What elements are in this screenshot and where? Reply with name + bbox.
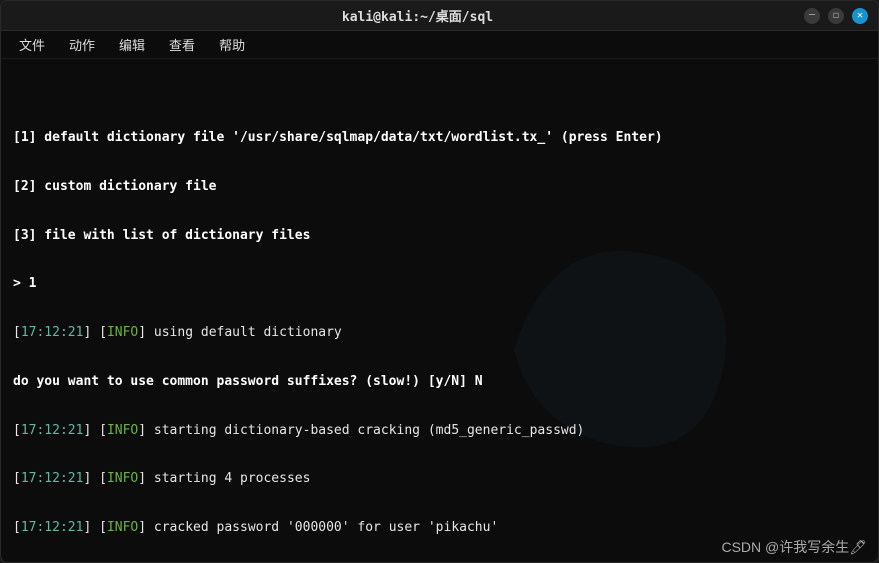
maximize-icon[interactable]: ◻ <box>828 8 844 24</box>
window-controls: ─ ◻ ✕ <box>804 8 868 24</box>
log-level: INFO <box>107 471 138 486</box>
menu-action[interactable]: 动作 <box>59 32 105 57</box>
output-line: [1] default dictionary file '/usr/share/… <box>13 130 866 146</box>
output-line: [17:12:21] [INFO] starting dictionary-ba… <box>13 423 866 439</box>
menu-file[interactable]: 文件 <box>9 32 55 57</box>
log-level: INFO <box>107 325 138 340</box>
log-msg: using default dictionary <box>154 325 342 340</box>
titlebar[interactable]: kali@kali:~/桌面/sql ─ ◻ ✕ <box>1 1 878 31</box>
output-line: > 1 <box>13 276 866 292</box>
timestamp: 17:12:21 <box>21 520 84 535</box>
timestamp: 17:12:21 <box>21 325 84 340</box>
output-line: [17:12:21] [INFO] using default dictiona… <box>13 325 866 341</box>
output-line: [17:12:21] [INFO] cracked password '0000… <box>13 520 866 536</box>
terminal-window: kali@kali:~/桌面/sql ─ ◻ ✕ 文件 动作 编辑 查看 帮助 … <box>0 0 879 563</box>
menu-view[interactable]: 查看 <box>159 32 205 57</box>
log-msg: starting dictionary-based cracking (md5_… <box>154 423 584 438</box>
timestamp: 17:12:21 <box>21 471 84 486</box>
log-level: INFO <box>107 520 138 535</box>
minimize-icon[interactable]: ─ <box>804 8 820 24</box>
output-line: do you want to use common password suffi… <box>13 374 866 390</box>
window-title: kali@kali:~/桌面/sql <box>31 6 804 25</box>
timestamp: 17:12:21 <box>21 423 84 438</box>
close-icon[interactable]: ✕ <box>852 8 868 24</box>
output-line: [17:12:21] [INFO] starting 4 processes <box>13 471 866 487</box>
menu-edit[interactable]: 编辑 <box>109 32 155 57</box>
output-line: [2] custom dictionary file <box>13 179 866 195</box>
menu-help[interactable]: 帮助 <box>209 32 255 57</box>
output-line: [3] file with list of dictionary files <box>13 228 866 244</box>
log-msg: starting 4 processes <box>154 471 311 486</box>
terminal-body[interactable]: [1] default dictionary file '/usr/share/… <box>1 59 878 562</box>
menubar: 文件 动作 编辑 查看 帮助 <box>1 31 878 59</box>
log-level: INFO <box>107 423 138 438</box>
log-msg: cracked password '000000' for user 'pika… <box>154 520 498 535</box>
